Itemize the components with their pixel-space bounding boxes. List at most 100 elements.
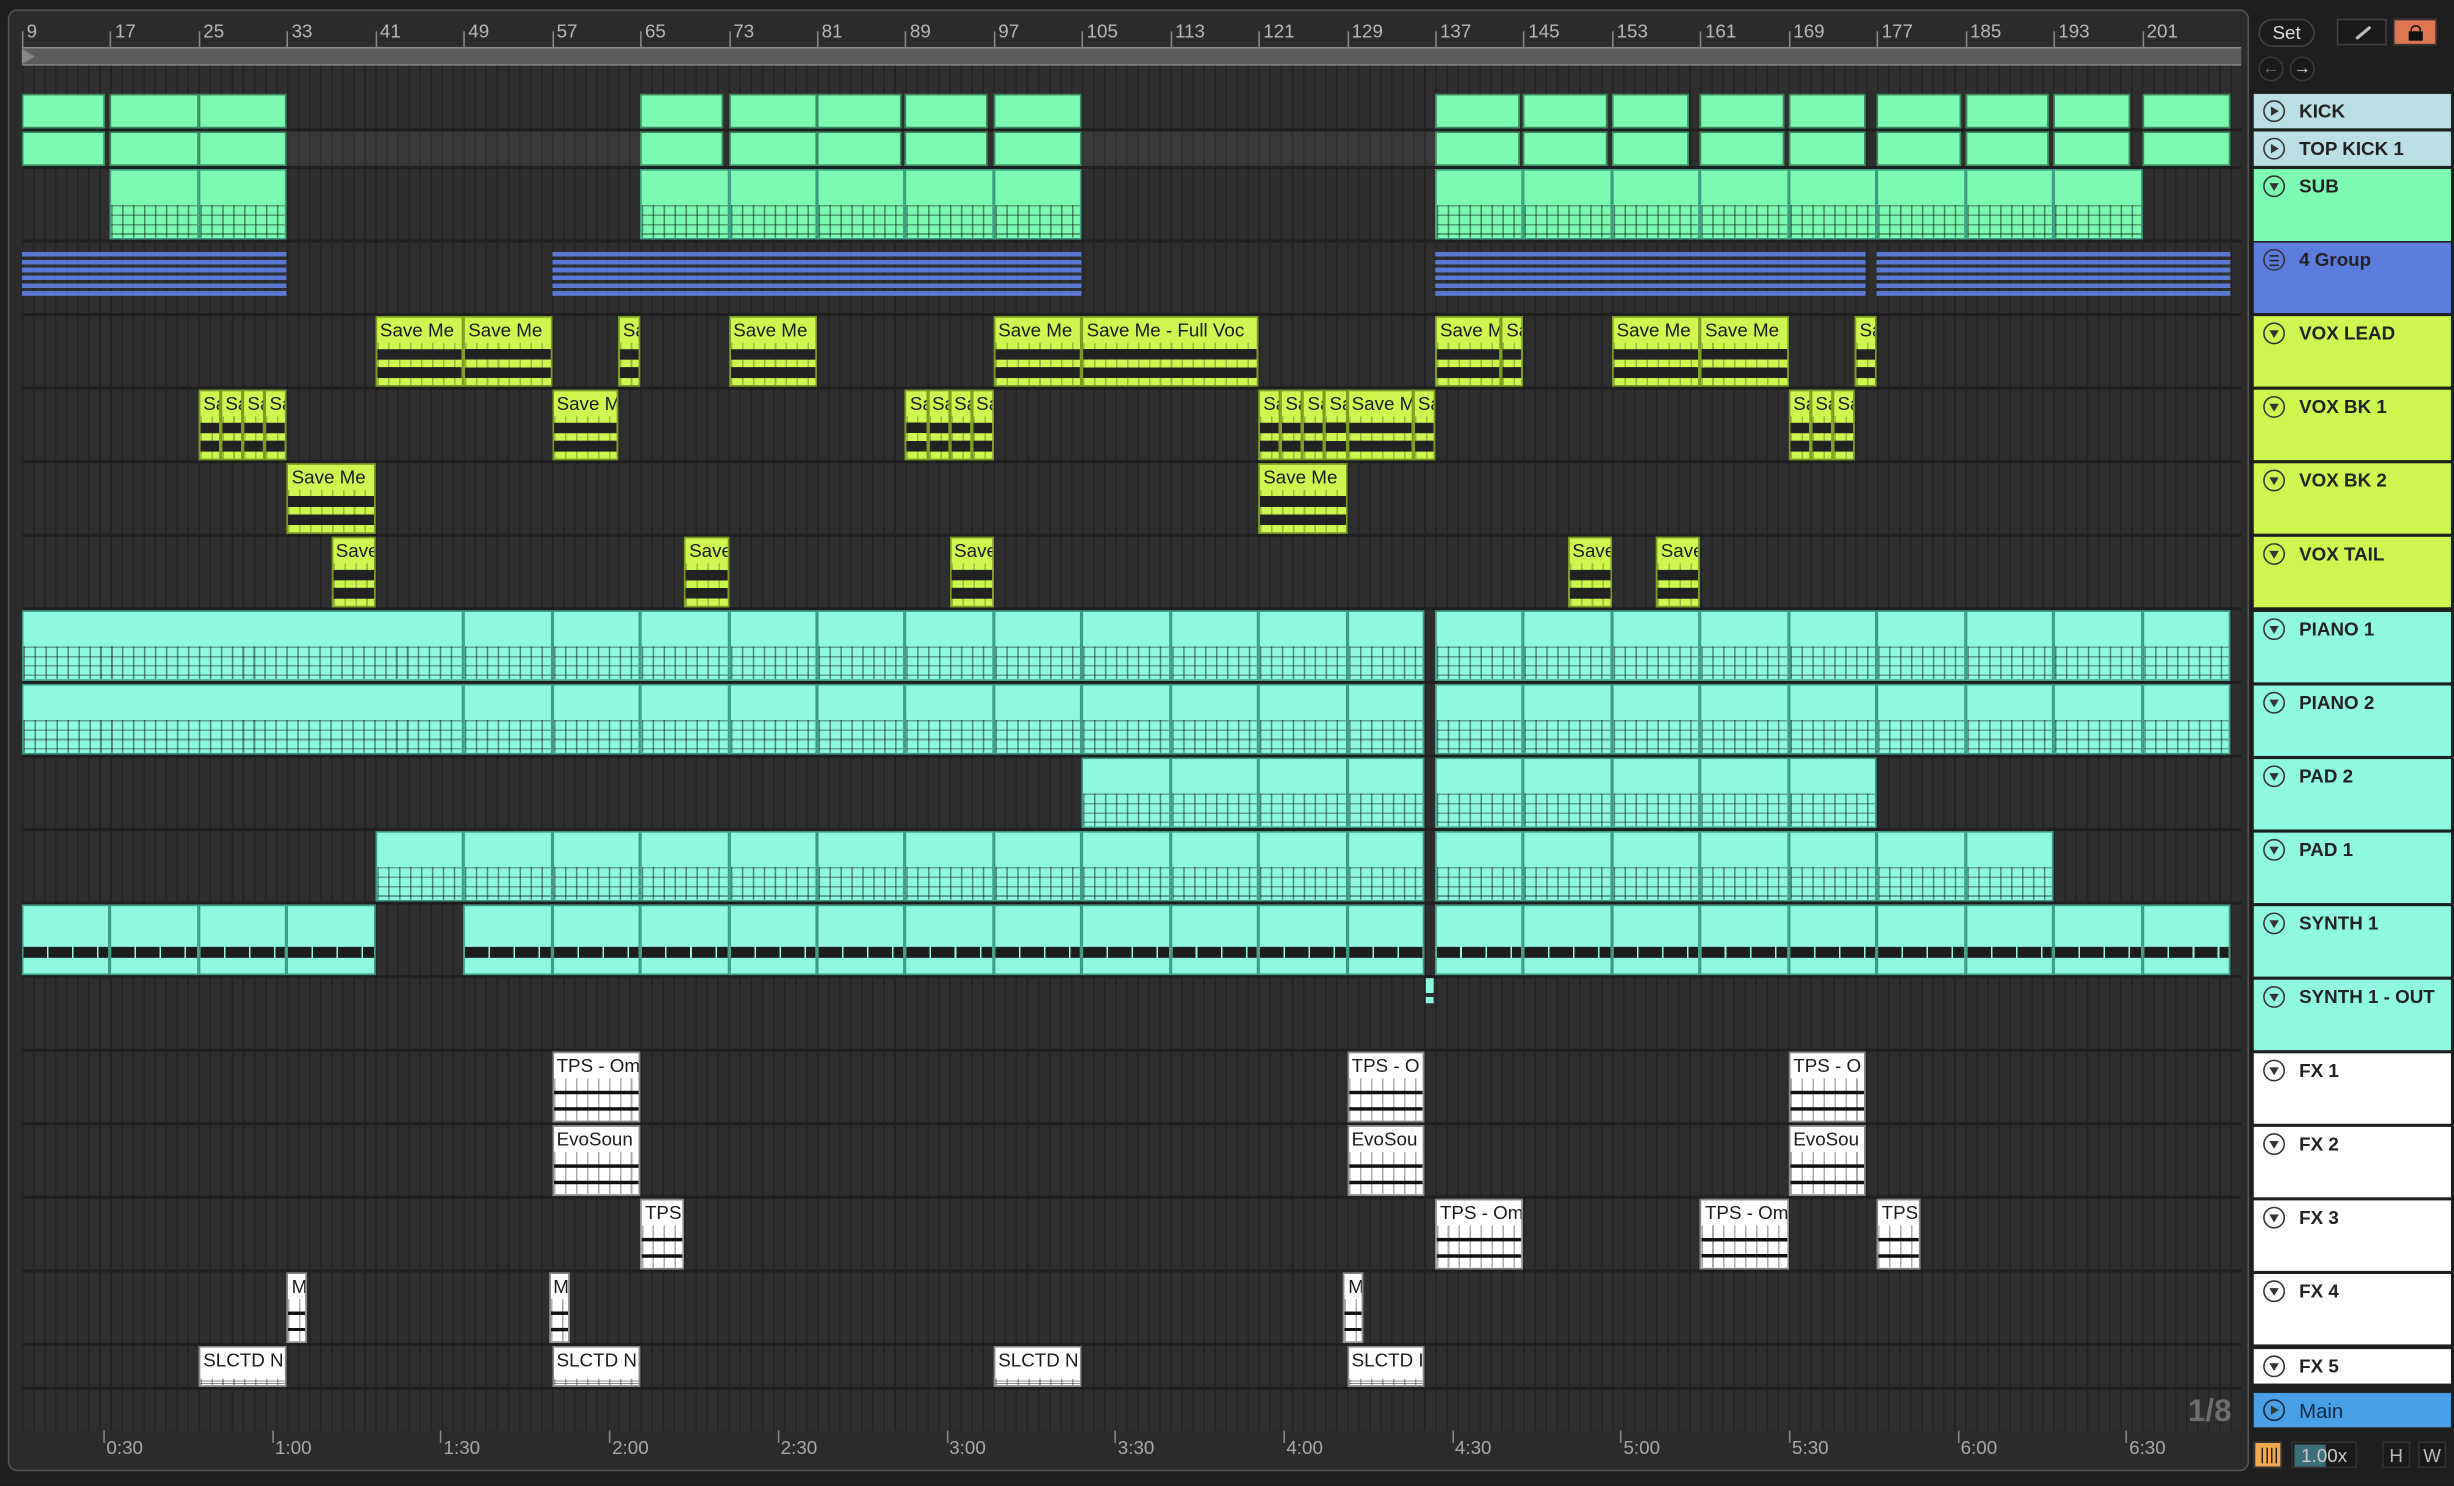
- track-header-fx-1[interactable]: FX 1: [2253, 1053, 2451, 1124]
- track-lane-vox-bk-2[interactable]: Save Me Save Me: [21, 463, 2242, 537]
- clip[interactable]: TPS - O: [1346, 1051, 1425, 1123]
- clip[interactable]: [1425, 978, 1434, 1004]
- fold-icon[interactable]: [2263, 1280, 2286, 1303]
- clip[interactable]: [1611, 904, 1701, 976]
- play-icon[interactable]: [2263, 137, 2286, 160]
- clip[interactable]: Sa: [1302, 389, 1325, 461]
- clip[interactable]: [905, 831, 994, 902]
- clip[interactable]: [728, 831, 817, 902]
- clip[interactable]: [1170, 757, 1259, 828]
- clip[interactable]: [1876, 131, 1961, 166]
- clip[interactable]: [110, 169, 199, 240]
- clip[interactable]: [1965, 93, 2049, 129]
- fold-icon[interactable]: [2263, 1133, 2286, 1156]
- clip[interactable]: [198, 904, 287, 976]
- clip[interactable]: Save M: [1435, 316, 1502, 387]
- clip[interactable]: [816, 131, 901, 166]
- clip[interactable]: [1700, 610, 1789, 681]
- track-header-vox-tail[interactable]: VOX TAIL: [2253, 536, 2451, 608]
- clip[interactable]: [993, 610, 1082, 681]
- clip[interactable]: [1788, 131, 1866, 166]
- clip[interactable]: SLCTD N: [198, 1345, 287, 1387]
- track-header-fx-2[interactable]: FX 2: [2253, 1126, 2451, 1198]
- clip[interactable]: [905, 131, 989, 166]
- clip[interactable]: [1346, 683, 1425, 755]
- track-header-top-kick-1[interactable]: TOP KICK 1: [2253, 131, 2451, 166]
- clip[interactable]: [463, 831, 552, 902]
- clip[interactable]: [1081, 831, 1171, 902]
- clip[interactable]: Sa: [220, 389, 243, 461]
- fold-icon[interactable]: [2263, 1355, 2286, 1378]
- fold-icon[interactable]: [2263, 395, 2286, 418]
- clip[interactable]: [1435, 683, 1524, 755]
- forward-arrow-button[interactable]: →: [2289, 56, 2315, 82]
- clip[interactable]: Sa: [618, 316, 641, 387]
- clip[interactable]: Save: [1656, 536, 1701, 608]
- clip[interactable]: EvoSou: [1788, 1125, 1866, 1196]
- clip[interactable]: Sa: [1788, 389, 1811, 461]
- clip[interactable]: [110, 131, 199, 166]
- clip[interactable]: [1876, 610, 1966, 681]
- track-header-vox-bk-1[interactable]: VOX BK 1: [2253, 389, 2451, 461]
- clip[interactable]: [816, 904, 906, 976]
- fold-icon[interactable]: [2263, 322, 2286, 345]
- time-ruler[interactable]: 0:30 1:00 1:30 2:00 2:30 3:00 3:30 4:00 4:30 5:00…: [22, 1430, 2244, 1465]
- h-button[interactable]: H: [2382, 1441, 2411, 1469]
- track-lane-fx-4[interactable]: MMM: [21, 1272, 2242, 1346]
- clip[interactable]: Save: [949, 536, 994, 608]
- tempo-zoom-field[interactable]: 1.00x: [2291, 1441, 2358, 1469]
- track-header-vox-bk-2[interactable]: VOX BK 2: [2253, 463, 2451, 534]
- clip[interactable]: SLCTD N: [993, 1345, 1082, 1387]
- clip[interactable]: [1876, 683, 1966, 755]
- w-button[interactable]: W: [2418, 1441, 2447, 1469]
- clip[interactable]: [1611, 610, 1701, 681]
- clip[interactable]: [21, 93, 105, 129]
- clip[interactable]: [463, 610, 552, 681]
- clip[interactable]: TPS - Om: [1700, 1198, 1789, 1270]
- clip[interactable]: [1876, 904, 1966, 976]
- clip[interactable]: [816, 169, 906, 240]
- clip[interactable]: [1965, 904, 2054, 976]
- clip[interactable]: [2053, 610, 2142, 681]
- clip[interactable]: [1435, 131, 1521, 166]
- clip[interactable]: [2053, 93, 2131, 129]
- clip[interactable]: TPS - O: [1788, 1051, 1866, 1123]
- track-lane-synth-1[interactable]: [21, 904, 2242, 979]
- clip[interactable]: Save Me: [1611, 316, 1701, 387]
- clip[interactable]: [905, 904, 994, 976]
- clip[interactable]: M: [1343, 1272, 1364, 1343]
- clip[interactable]: [816, 93, 901, 129]
- clip[interactable]: TPS - Om: [1435, 1198, 1524, 1270]
- clip[interactable]: [640, 904, 729, 976]
- grid-quantize-label[interactable]: 1/8: [2188, 1395, 2232, 1431]
- clip[interactable]: [1965, 610, 2054, 681]
- track-lane-4-group[interactable]: [21, 243, 2242, 317]
- clip[interactable]: [1258, 904, 1347, 976]
- clip[interactable]: Save: [684, 536, 729, 608]
- clip[interactable]: [1081, 683, 1171, 755]
- track-header-kick[interactable]: KICK: [2253, 93, 2451, 129]
- clip[interactable]: [1788, 683, 1877, 755]
- clip[interactable]: [905, 93, 989, 129]
- play-icon[interactable]: [2263, 1399, 2286, 1422]
- clip[interactable]: [640, 131, 724, 166]
- start-marker-icon[interactable]: [21, 48, 35, 65]
- clip[interactable]: [1700, 904, 1789, 976]
- clip[interactable]: [1700, 169, 1789, 240]
- clip[interactable]: Save Me: [286, 463, 376, 534]
- clip[interactable]: Save Me: [993, 316, 1082, 387]
- track-header-synth-1-out[interactable]: SYNTH 1 - OUT: [2253, 979, 2451, 1051]
- clip[interactable]: [1788, 169, 1877, 240]
- clip[interactable]: [1788, 831, 1877, 902]
- clip[interactable]: [1700, 683, 1789, 755]
- clip[interactable]: Save M: [551, 389, 619, 461]
- clip[interactable]: [728, 904, 817, 976]
- clip[interactable]: [1700, 93, 1785, 129]
- clip[interactable]: [1435, 904, 1524, 976]
- track-lane-fx-1[interactable]: TPS - Om TPS - O TPS - O: [21, 1051, 2242, 1126]
- clip[interactable]: [1258, 683, 1347, 755]
- fold-icon[interactable]: [2263, 1059, 2286, 1082]
- clip[interactable]: [1523, 610, 1612, 681]
- track-lane-top-kick-1[interactable]: [21, 131, 2242, 170]
- clip[interactable]: Save: [331, 536, 376, 608]
